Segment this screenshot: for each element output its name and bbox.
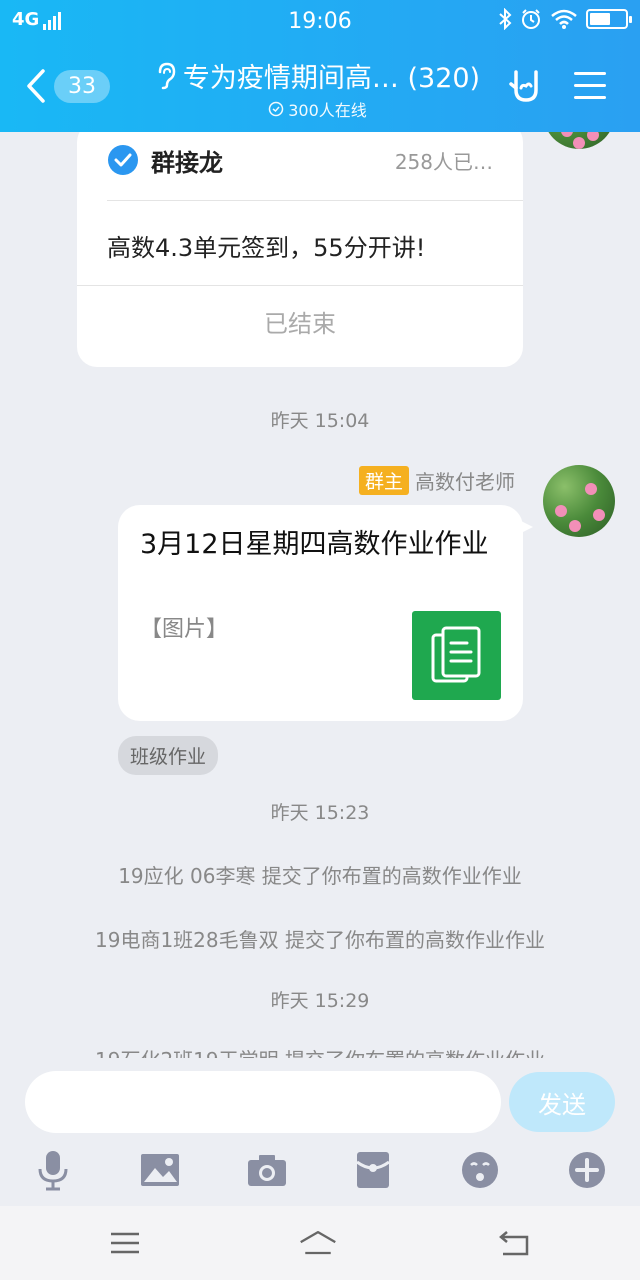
solitaire-card-title: 群接龙 bbox=[151, 148, 223, 177]
back-button[interactable]: 33 bbox=[26, 64, 116, 108]
red-packet-icon[interactable] bbox=[351, 1148, 395, 1192]
send-button[interactable]: 发送 bbox=[509, 1072, 615, 1132]
home-nav-icon[interactable] bbox=[298, 1226, 338, 1260]
sender-info: 群主 高数付老师 bbox=[358, 466, 515, 495]
microphone-icon[interactable] bbox=[31, 1148, 75, 1192]
system-message: 19电商1班28毛鲁双 提交了你布置的高数作业作业 bbox=[95, 928, 545, 952]
sender-avatar[interactable] bbox=[543, 465, 615, 537]
homework-message-bubble[interactable]: 3月12日星期四高数作业作业 【图片】 bbox=[118, 505, 533, 721]
chevron-left-icon bbox=[27, 69, 45, 103]
camera-icon[interactable] bbox=[245, 1148, 289, 1192]
message-input[interactable] bbox=[25, 1071, 501, 1133]
system-message: 19应化 06李寒 提交了你布置的高数作业作业 bbox=[118, 864, 522, 888]
battery-icon bbox=[586, 9, 632, 29]
rock-hand-icon[interactable] bbox=[508, 68, 544, 104]
avatar[interactable] bbox=[543, 132, 615, 149]
system-nav-bar bbox=[0, 1206, 640, 1280]
chat-title-area[interactable]: 专为疫情期间高… (320) 300人在线 bbox=[135, 56, 500, 121]
alarm-icon bbox=[522, 9, 540, 29]
homework-tag[interactable]: 班级作业 bbox=[118, 736, 219, 775]
toolbar bbox=[0, 1148, 640, 1192]
document-icon bbox=[412, 611, 501, 700]
chat-title-text: 专为疫情期间高… (320) bbox=[182, 63, 481, 94]
divider bbox=[77, 285, 523, 286]
solitaire-card-text: 高数4.3单元签到，55分开讲! bbox=[107, 234, 426, 262]
solitaire-card-count: 258人已… bbox=[394, 149, 493, 174]
status-bar: 4G 19:06 bbox=[0, 0, 640, 44]
sender-name: 高数付老师 bbox=[415, 470, 515, 494]
unread-count-badge: 33 bbox=[54, 69, 110, 103]
divider bbox=[107, 200, 523, 201]
status-icons bbox=[498, 8, 632, 30]
timestamp: 昨天 15:29 bbox=[270, 990, 370, 1012]
menu-nav-icon[interactable] bbox=[105, 1226, 145, 1260]
chat-header: 4G 19:06 33 专为疫情期间高… (320) 300人在线 bbox=[0, 0, 640, 132]
solitaire-card[interactable]: 群接龙 258人已… 高数4.3单元签到，55分开讲! 已结束 bbox=[77, 132, 523, 367]
check-circle-icon bbox=[268, 101, 284, 117]
timestamp: 昨天 15:23 bbox=[270, 802, 370, 824]
bluetooth-icon bbox=[499, 8, 512, 30]
ear-icon bbox=[158, 62, 176, 90]
online-status: 300人在线 bbox=[135, 97, 500, 121]
wifi-icon bbox=[551, 9, 577, 29]
solitaire-card-header: 群接龙 258人已… bbox=[107, 140, 493, 180]
timestamp: 昨天 15:04 bbox=[270, 410, 370, 432]
chat-title: 专为疫情期间高… (320) bbox=[135, 56, 500, 95]
image-icon[interactable] bbox=[138, 1148, 182, 1192]
input-bar: 发送 bbox=[0, 1058, 640, 1206]
homework-subtitle: 【图片】 bbox=[140, 617, 229, 642]
plus-icon[interactable] bbox=[565, 1148, 609, 1192]
homework-title: 3月12日星期四高数作业作业 bbox=[140, 529, 489, 560]
system-message: 19石化2班19王学明 提交了你布置的高数作业作业 bbox=[0, 1044, 640, 1058]
back-nav-icon[interactable] bbox=[495, 1226, 535, 1260]
verified-check-icon bbox=[108, 145, 138, 175]
solitaire-card-status: 已结束 bbox=[264, 310, 336, 338]
owner-badge: 群主 bbox=[358, 466, 409, 495]
emoji-icon[interactable] bbox=[458, 1148, 502, 1192]
online-count: 300人在线 bbox=[288, 101, 367, 120]
chat-area[interactable]: 群接龙 258人已… 高数4.3单元签到，55分开讲! 已结束 昨天 15:04… bbox=[0, 132, 640, 1058]
menu-icon[interactable] bbox=[574, 72, 606, 108]
